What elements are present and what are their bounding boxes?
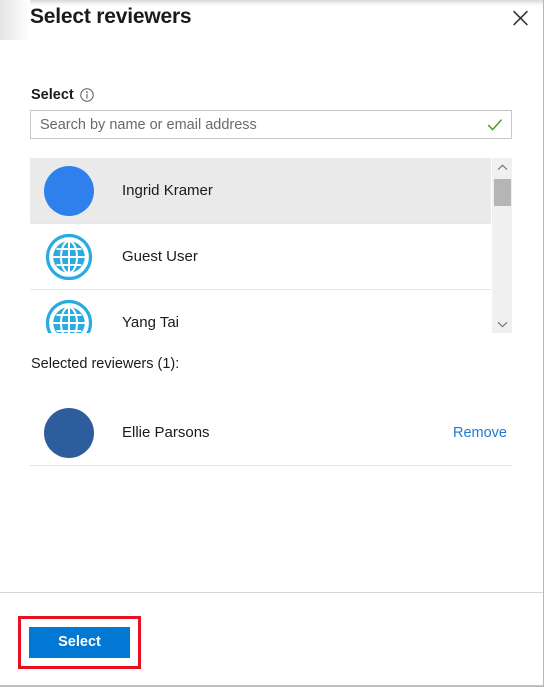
list-item-label: Ingrid Kramer	[122, 182, 213, 199]
chevron-down-icon	[497, 315, 508, 333]
selected-reviewers-list: Ellie Parsons Remove	[30, 400, 512, 466]
footer-divider	[0, 592, 543, 593]
chevron-up-icon	[497, 158, 508, 176]
search-field-wrapper[interactable]	[30, 110, 512, 139]
scrollbar-thumb[interactable]	[494, 179, 511, 206]
selected-reviewer-name: Ellie Parsons	[122, 424, 210, 441]
person-avatar	[44, 407, 94, 458]
scrollbar-up-button[interactable]	[492, 158, 512, 176]
checkmark-icon	[483, 118, 511, 132]
select-reviewers-dialog: Select reviewers Select Search by name o…	[0, 0, 544, 687]
close-button[interactable]	[503, 3, 537, 33]
reviewer-results-scrollarea: Ingrid Kramer Guest User Yang Tai	[30, 158, 491, 333]
select-field-label-row: Select	[31, 87, 94, 103]
globe-icon	[44, 298, 94, 333]
select-button[interactable]: Select	[29, 627, 130, 658]
globe-icon	[44, 232, 94, 282]
person-avatar	[44, 165, 94, 216]
scrollbar-down-button[interactable]	[492, 315, 512, 333]
selected-reviewers-heading: Selected reviewers (1):	[31, 356, 180, 372]
selected-reviewer-row: Ellie Parsons Remove	[30, 400, 512, 466]
select-field-label: Select	[31, 87, 74, 103]
info-icon[interactable]	[80, 88, 94, 102]
reviewer-results-list: Ingrid Kramer Guest User Yang Tai	[30, 158, 512, 333]
results-scrollbar[interactable]	[491, 158, 512, 333]
list-item[interactable]: Guest User	[30, 224, 491, 290]
search-input[interactable]	[31, 111, 483, 138]
list-item[interactable]: Yang Tai	[30, 290, 491, 333]
dialog-header: Select reviewers	[0, 0, 543, 44]
list-item-label: Guest User	[122, 248, 198, 265]
window-bottom-rule	[0, 685, 543, 686]
list-item[interactable]: Ingrid Kramer	[30, 158, 491, 224]
close-icon	[512, 10, 529, 27]
remove-reviewer-link[interactable]: Remove	[453, 425, 507, 441]
list-item-label: Yang Tai	[122, 314, 179, 331]
page-title: Select reviewers	[30, 5, 192, 28]
